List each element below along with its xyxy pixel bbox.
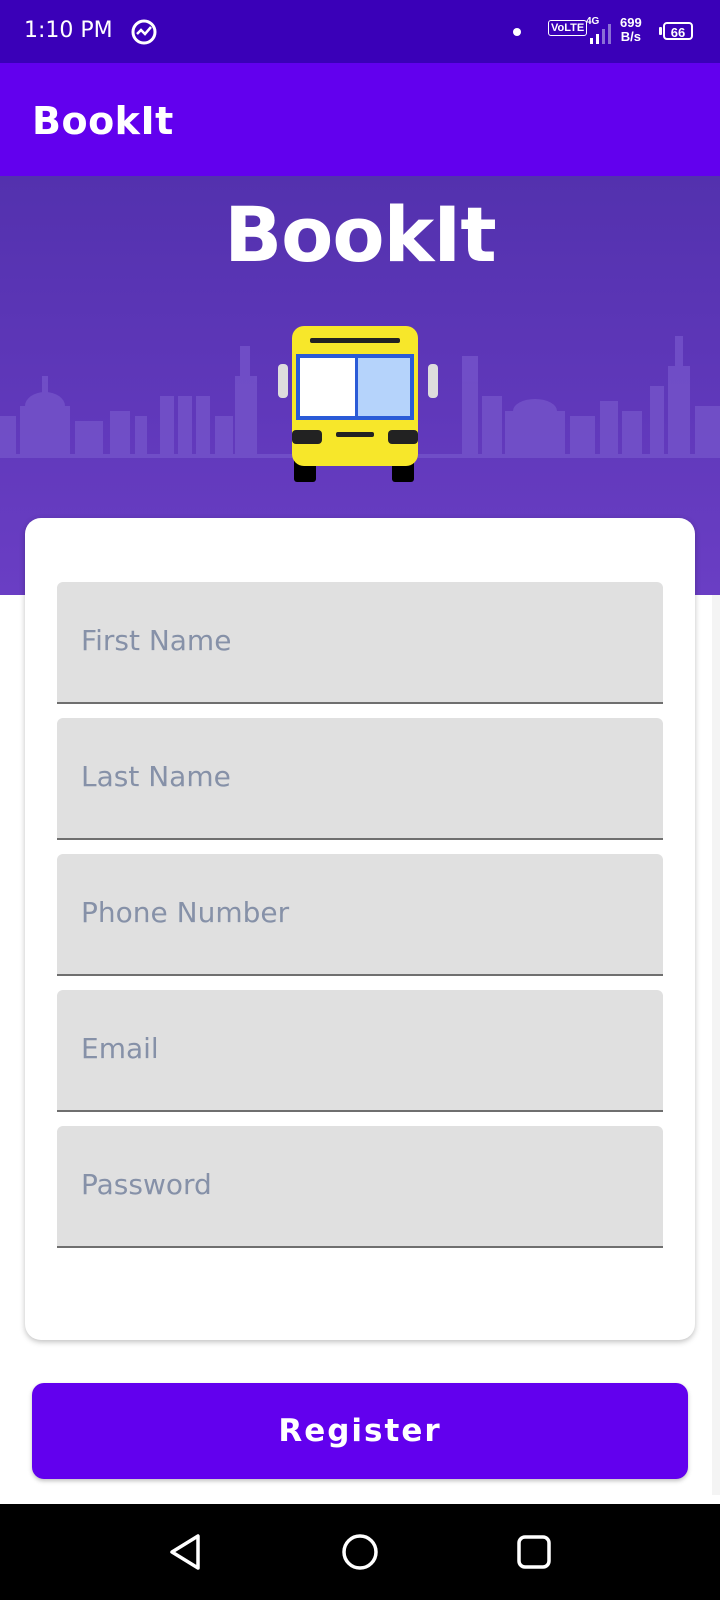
sync-icon bbox=[131, 19, 157, 45]
battery-tip bbox=[659, 27, 662, 35]
app-bar-title: BookIt bbox=[32, 99, 174, 143]
status-time: 1:10 PM bbox=[24, 18, 113, 43]
phone-number-field[interactable]: Phone Number bbox=[57, 854, 663, 976]
network-speed: 699 B/s bbox=[620, 16, 642, 44]
status-bar: 1:10 PM VoLTE 4G 699 B/s 66 bbox=[0, 0, 720, 63]
recents-icon[interactable] bbox=[514, 1532, 554, 1572]
first-name-field[interactable]: First Name bbox=[57, 582, 663, 704]
email-field[interactable]: Email bbox=[57, 990, 663, 1112]
phone-number-placeholder: Phone Number bbox=[81, 896, 290, 929]
signal-icon bbox=[590, 24, 611, 44]
back-icon[interactable] bbox=[166, 1532, 206, 1572]
register-button[interactable]: Register bbox=[32, 1383, 688, 1479]
app-bar: BookIt bbox=[0, 63, 720, 176]
volte-badge: VoLTE bbox=[548, 20, 588, 36]
last-name-placeholder: Last Name bbox=[81, 760, 231, 793]
home-icon[interactable] bbox=[340, 1532, 380, 1572]
battery-icon: 66 bbox=[663, 22, 693, 40]
hero-logo: BookIt bbox=[224, 190, 497, 279]
password-placeholder: Password bbox=[81, 1168, 212, 1201]
notification-dot bbox=[513, 28, 521, 36]
bus-illustration bbox=[278, 326, 438, 482]
registration-card: First Name Last Name Phone Number Email … bbox=[25, 518, 695, 1340]
last-name-field[interactable]: Last Name bbox=[57, 718, 663, 840]
password-field[interactable]: Password bbox=[57, 1126, 663, 1248]
first-name-placeholder: First Name bbox=[81, 624, 232, 657]
network-speed-value: 699 bbox=[620, 15, 642, 30]
network-speed-unit: B/s bbox=[620, 29, 641, 44]
system-navigation-bar bbox=[0, 1504, 720, 1600]
scroll-edge bbox=[712, 595, 720, 1495]
email-placeholder: Email bbox=[81, 1032, 159, 1065]
